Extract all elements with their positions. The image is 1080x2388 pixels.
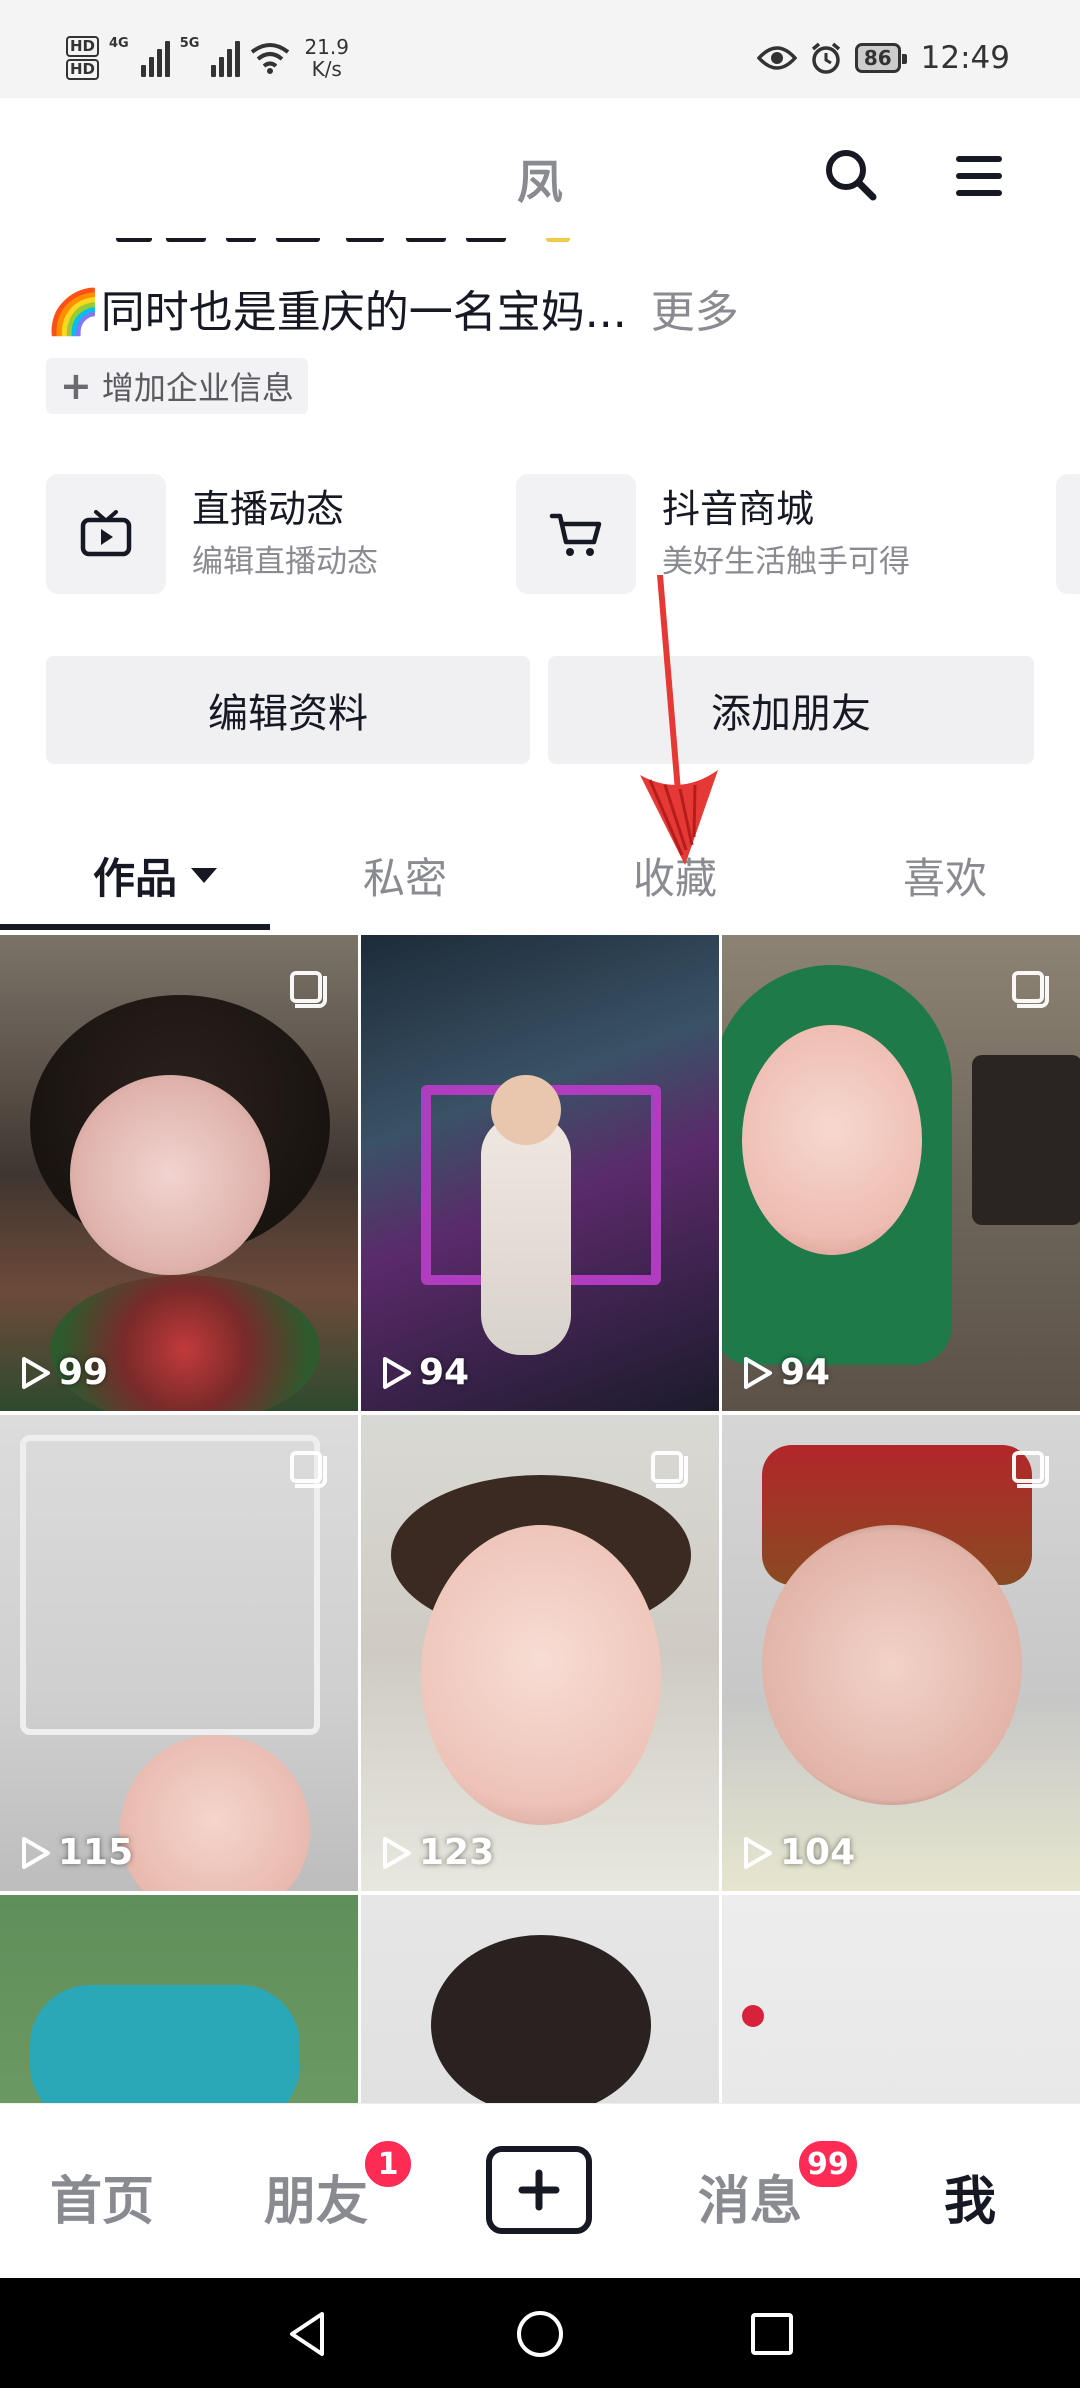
video-thumbnail[interactable]: 99 — [0, 935, 358, 1411]
play-count: 99 — [18, 1352, 108, 1393]
tv-icon — [80, 510, 132, 557]
network-type-2: 5G — [179, 36, 200, 51]
bio-more-link[interactable]: 更多 — [651, 276, 739, 340]
feature-card-peek[interactable] — [1056, 474, 1080, 594]
bio-line-clipped — [46, 238, 586, 258]
play-icon — [22, 1356, 50, 1389]
signal-icon — [211, 39, 241, 77]
feature-live-updates[interactable]: 直播动态 编辑直播动态 — [46, 474, 378, 594]
content-tabs: 作品 私密 收藏 喜欢 — [0, 820, 1080, 930]
bottom-nav: 首页 朋友 1 消息 99 我 — [0, 2103, 1080, 2278]
network-speed: 21.9 K/s — [304, 35, 349, 81]
plus-icon — [518, 2169, 560, 2211]
video-thumbnail[interactable] — [0, 1895, 358, 2103]
clock: 12:49 — [920, 40, 1010, 76]
video-grid: 99 94 94 115 123 104 — [0, 935, 1080, 2103]
edit-profile-button[interactable]: 编辑资料 — [46, 656, 530, 764]
play-count: 94 — [379, 1352, 469, 1393]
profile-header: 凤 — [0, 98, 1080, 238]
video-thumbnail[interactable]: 94 — [722, 935, 1080, 1411]
video-thumbnail[interactable] — [722, 1895, 1080, 2103]
play-icon — [22, 1836, 50, 1869]
create-button[interactable] — [486, 2146, 592, 2234]
alarm-icon — [811, 42, 840, 74]
tab-works[interactable]: 作品 — [20, 820, 290, 930]
play-count: 94 — [740, 1352, 830, 1393]
video-thumbnail[interactable]: 115 — [0, 1415, 358, 1891]
hd-indicator: HD HD — [66, 36, 100, 80]
tab-private[interactable]: 私密 — [270, 820, 540, 930]
friends-badge: 1 — [362, 2138, 414, 2190]
annotation-arrow-icon — [640, 575, 718, 865]
bio-text-row[interactable]: 🌈同时也是重庆的一名宝妈... 更多 — [46, 276, 739, 340]
play-count: 104 — [740, 1832, 855, 1873]
play-icon — [744, 1836, 772, 1869]
feature-title: 直播动态 — [192, 487, 345, 531]
nav-me[interactable]: 我 — [944, 2159, 996, 2234]
wifi-icon — [251, 43, 290, 74]
home-circle-icon[interactable] — [514, 2308, 566, 2360]
eye-icon — [756, 46, 797, 70]
active-tab-indicator — [0, 924, 270, 930]
multi-image-icon — [290, 971, 327, 1008]
feature-subtitle: 编辑直播动态 — [192, 544, 378, 580]
username-title: 凤 — [517, 155, 563, 209]
multi-image-icon — [1012, 971, 1049, 1008]
plus-icon: + — [60, 364, 92, 408]
play-icon — [744, 1356, 772, 1389]
nav-friends[interactable]: 朋友 — [264, 2159, 368, 2234]
play-count: 115 — [18, 1832, 133, 1873]
network-type-1: 4G — [109, 36, 129, 51]
add-enterprise-label: 增加企业信息 — [101, 369, 294, 407]
multi-image-icon — [1012, 1451, 1049, 1488]
play-icon — [383, 1356, 411, 1389]
multi-image-icon — [651, 1451, 688, 1488]
video-thumbnail[interactable]: 94 — [361, 935, 719, 1411]
play-icon — [383, 1836, 411, 1869]
messages-badge: 99 — [796, 2138, 860, 2190]
cart-icon — [549, 513, 602, 556]
nav-home[interactable]: 首页 — [50, 2159, 154, 2234]
search-icon[interactable] — [820, 144, 880, 204]
video-thumbnail[interactable]: 123 — [361, 1415, 719, 1891]
signal-icon — [140, 39, 170, 77]
system-nav-bar — [0, 2278, 1080, 2388]
video-thumbnail[interactable]: 104 — [722, 1415, 1080, 1891]
back-icon[interactable] — [282, 2308, 334, 2360]
nav-messages[interactable]: 消息 — [698, 2159, 802, 2234]
battery-indicator: 86 — [854, 43, 907, 73]
recents-icon[interactable] — [746, 2308, 798, 2360]
play-count: 123 — [379, 1832, 494, 1873]
multi-image-icon — [290, 1451, 327, 1488]
bio-text: 🌈同时也是重庆的一名宝妈... — [46, 287, 627, 338]
caret-down-icon — [191, 867, 217, 883]
status-bar: HD HD 4G 5G 21.9 K/s 86 12:49 — [0, 0, 1080, 98]
video-thumbnail[interactable] — [361, 1895, 719, 2103]
tab-likes[interactable]: 喜欢 — [810, 820, 1080, 930]
add-enterprise-info-button[interactable]: + 增加企业信息 — [46, 358, 308, 414]
feature-title: 抖音商城 — [662, 487, 815, 531]
menu-icon[interactable] — [950, 148, 1010, 204]
